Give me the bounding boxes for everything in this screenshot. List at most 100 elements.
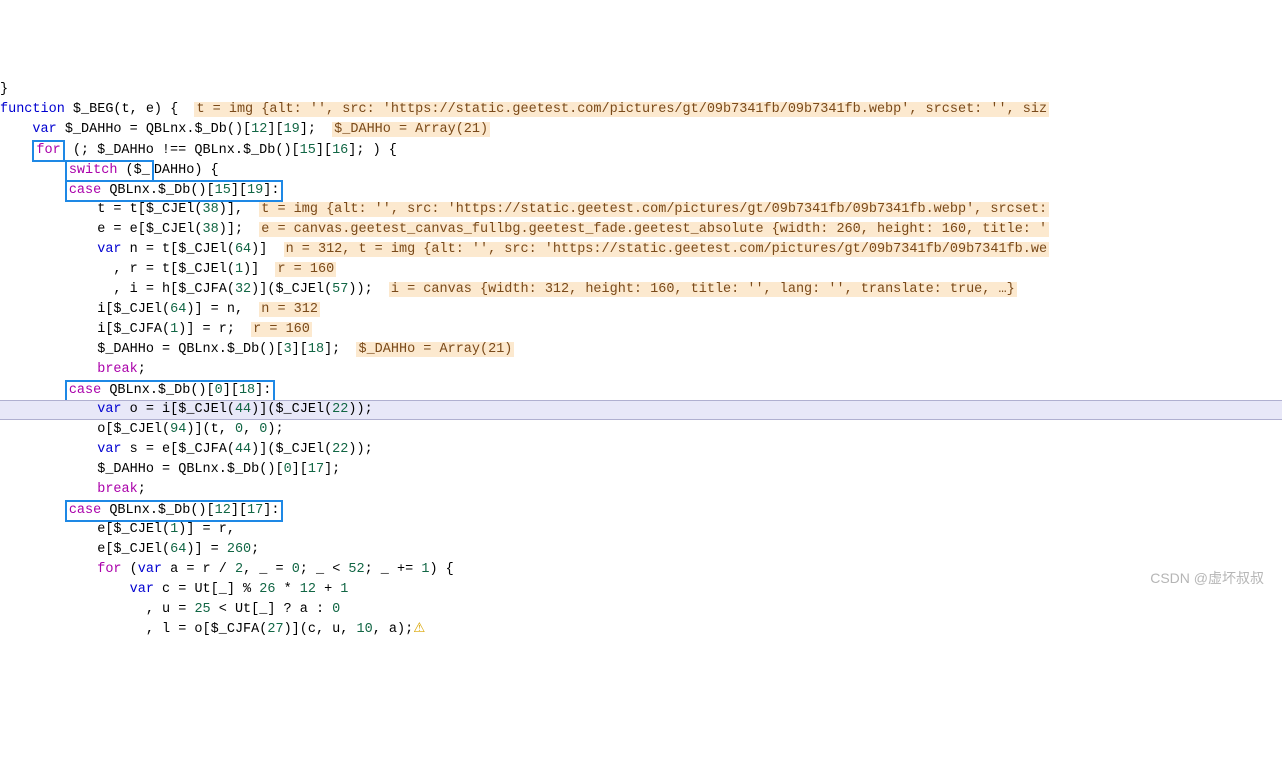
code-token: )], xyxy=(219,202,260,217)
code-token: 57 xyxy=(332,282,348,297)
code-line[interactable]: e[$_CJEl(1)] = r, xyxy=(0,520,1282,540)
code-token: 64 xyxy=(170,542,186,557)
code-token: ($_ xyxy=(117,163,149,178)
code-token: } xyxy=(0,82,8,97)
code-line[interactable]: , u = 25 < Ut[_] ? a : 0 xyxy=(0,600,1282,620)
code-line[interactable]: , i = h[$_CJFA(32)]($_CJEl(57)); i = can… xyxy=(0,280,1282,300)
code-token: )]($_CJEl( xyxy=(251,442,332,457)
inline-hint: r = 160 xyxy=(275,262,336,277)
code-line[interactable]: var o = i[$_CJEl(44)]($_CJEl(22)); xyxy=(0,400,1282,420)
code-token: 15 xyxy=(215,183,231,198)
code-token: QBLnx.$_Db()[ xyxy=(101,383,214,398)
code-token: var xyxy=(97,402,121,417)
code-token: 18 xyxy=(239,383,255,398)
inline-hint: t = img {alt: '', src: 'https://static.g… xyxy=(259,202,1049,217)
code-token: ][ xyxy=(292,342,308,357)
code-line[interactable]: var s = e[$_CJFA(44)]($_CJEl(22)); xyxy=(0,440,1282,460)
code-token: )] = r, xyxy=(178,522,235,537)
code-line[interactable]: case QBLnx.$_Db()[15][19]: xyxy=(0,180,1282,200)
code-line[interactable]: e[$_CJEl(64)] = 260; xyxy=(0,540,1282,560)
code-token: QBLnx.$_Db()[ xyxy=(101,183,214,198)
code-token: DAHHo) { xyxy=(154,163,219,178)
highlight-box: case QBLnx.$_Db()[0][18]: xyxy=(65,380,276,402)
code-line[interactable]: var c = Ut[_] % 26 * 12 + 1 xyxy=(0,580,1282,600)
code-token: c = Ut[_] % xyxy=(154,582,259,597)
code-token: ][ xyxy=(223,383,239,398)
code-line[interactable]: function $_BEG(t, e) { t = img {alt: '',… xyxy=(0,100,1282,120)
code-token: ]; ) { xyxy=(348,143,397,158)
code-token: )](c, u, xyxy=(284,622,357,637)
inline-hint: n = 312 xyxy=(259,302,320,317)
code-token: var xyxy=(97,242,121,257)
code-token: o = i[$_CJEl( xyxy=(122,402,235,417)
code-token: 0 xyxy=(292,562,300,577)
code-token: for xyxy=(97,562,121,577)
code-token: ][ xyxy=(267,122,283,137)
highlight-box: case QBLnx.$_Db()[12][17]: xyxy=(65,500,284,522)
code-line[interactable]: t = t[$_CJEl(38)], t = img {alt: '', src… xyxy=(0,200,1282,220)
code-token: 52 xyxy=(348,562,364,577)
code-token: 22 xyxy=(332,442,348,457)
code-token: o[$_CJEl( xyxy=(97,422,170,437)
code-token: 17 xyxy=(247,503,263,518)
code-token: ]; xyxy=(324,342,356,357)
code-line[interactable]: } xyxy=(0,80,1282,100)
code-line[interactable]: o[$_CJEl(94)](t, 0, 0); xyxy=(0,420,1282,440)
code-token: case xyxy=(69,503,101,518)
code-token: 0 xyxy=(284,462,292,477)
code-token: )] xyxy=(243,262,275,277)
code-token: var xyxy=(130,582,154,597)
code-token: ][ xyxy=(231,503,247,518)
inline-hint: e = canvas.geetest_canvas_fullbg.geetest… xyxy=(259,222,1049,237)
code-token: ]; xyxy=(324,462,340,477)
code-token: 0 xyxy=(235,422,243,437)
code-line[interactable]: case QBLnx.$_Db()[12][17]: xyxy=(0,500,1282,520)
inline-hint: $_DAHHo = Array(21) xyxy=(356,342,514,357)
code-line[interactable]: break; xyxy=(0,360,1282,380)
code-token: < Ut[_] ? a : xyxy=(211,602,333,617)
code-line[interactable]: var $_DAHHo = QBLnx.$_Db()[12][19]; $_DA… xyxy=(0,120,1282,140)
code-line[interactable]: switch ($_DAHHo) { xyxy=(0,160,1282,180)
code-line[interactable]: case QBLnx.$_Db()[0][18]: xyxy=(0,380,1282,400)
code-token: 44 xyxy=(235,442,251,457)
code-token: 18 xyxy=(308,342,324,357)
code-token: e[$_CJEl( xyxy=(97,522,170,537)
code-line[interactable]: i[$_CJEl(64)] = n, n = 312 xyxy=(0,300,1282,320)
code-token: $_DAHHo = QBLnx.$_Db()[ xyxy=(97,342,283,357)
code-token: 0 xyxy=(332,602,340,617)
highlight-box: case QBLnx.$_Db()[15][19]: xyxy=(65,180,284,202)
code-token: break xyxy=(97,482,138,497)
code-token: $_DAHHo = QBLnx.$_Db()[ xyxy=(97,462,283,477)
code-token: )]; xyxy=(219,222,260,237)
code-token: 0 xyxy=(215,383,223,398)
code-line[interactable]: var n = t[$_CJEl(64)] n = 312, t = img {… xyxy=(0,240,1282,260)
code-line[interactable]: , r = t[$_CJEl(1)] r = 160 xyxy=(0,260,1282,280)
code-line[interactable]: e = e[$_CJEl(38)]; e = canvas.geetest_ca… xyxy=(0,220,1282,240)
code-line[interactable]: for (; $_DAHHo !== QBLnx.$_Db()[15][16];… xyxy=(0,140,1282,160)
code-line[interactable]: $_DAHHo = QBLnx.$_Db()[0][17]; xyxy=(0,460,1282,480)
code-token: )); xyxy=(348,402,372,417)
code-editor[interactable]: } function $_BEG(t, e) { t = img {alt: ''… xyxy=(0,80,1282,640)
code-line[interactable]: for (var a = r / 2, _ = 0; _ < 52; _ += … xyxy=(0,560,1282,580)
code-token: (; $_DAHHo !== QBLnx.$_Db()[ xyxy=(65,143,300,158)
code-token: ; xyxy=(138,362,146,377)
highlight-box: for xyxy=(32,140,64,162)
code-line[interactable]: , l = o[$_CJFA(27)](c, u, 10, a);⚠ xyxy=(0,620,1282,640)
code-line[interactable]: break; xyxy=(0,480,1282,500)
code-token: 10 xyxy=(356,622,372,637)
code-token: $_DAHHo = QBLnx.$_Db()[ xyxy=(57,122,251,137)
inline-hint: t = img {alt: '', src: 'https://static.g… xyxy=(194,102,1049,117)
code-token: var xyxy=(32,122,56,137)
code-token: * xyxy=(275,582,299,597)
code-token: )](t, xyxy=(186,422,235,437)
code-token: s = e[$_CJFA( xyxy=(122,442,235,457)
code-token: )); xyxy=(348,442,372,457)
code-line[interactable]: $_DAHHo = QBLnx.$_Db()[3][18]; $_DAHHo =… xyxy=(0,340,1282,360)
code-token: 12 xyxy=(300,582,316,597)
code-line[interactable]: i[$_CJFA(1)] = r; r = 160 xyxy=(0,320,1282,340)
code-token: ( xyxy=(122,562,138,577)
code-token: var xyxy=(138,562,162,577)
code-token: 12 xyxy=(215,503,231,518)
code-token: ]; xyxy=(300,122,332,137)
code-token: 27 xyxy=(267,622,283,637)
